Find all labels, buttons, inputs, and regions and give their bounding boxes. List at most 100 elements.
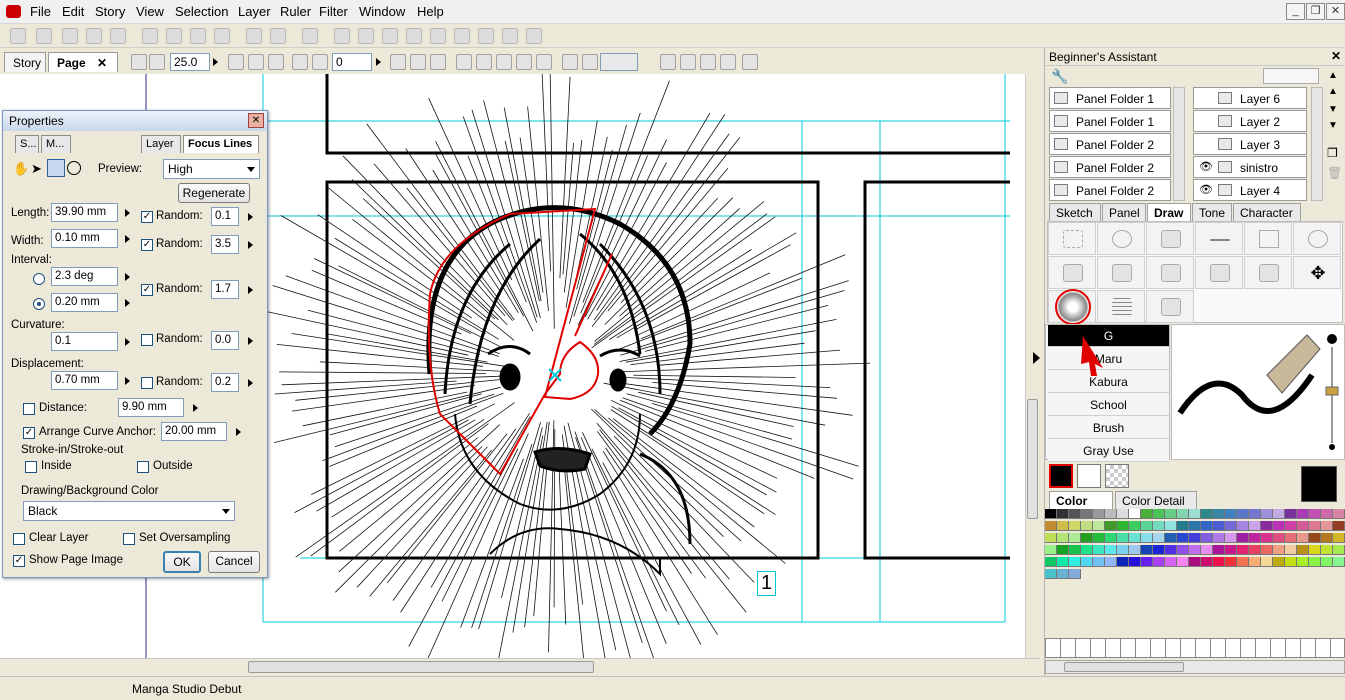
color-swatch[interactable]	[1189, 545, 1201, 555]
marker-tool-icon[interactable]	[1146, 256, 1194, 289]
color-swatch[interactable]	[1105, 545, 1117, 555]
new-layer-icon[interactable]: ❐	[1327, 146, 1338, 160]
color-swatch[interactable]	[1273, 557, 1285, 567]
rotation-arrow-icon[interactable]	[376, 58, 381, 66]
color-swatch[interactable]	[1153, 521, 1165, 531]
color-swatch[interactable]	[1201, 557, 1213, 567]
color-swatch[interactable]	[1045, 569, 1057, 579]
color-swatch[interactable]	[1117, 521, 1129, 531]
width-arrow-icon[interactable]	[125, 235, 130, 243]
move-up-small-icon[interactable]: ▲	[1328, 86, 1338, 97]
material-tool-icon[interactable]	[1146, 290, 1194, 323]
color-swatch[interactable]	[1237, 545, 1249, 555]
tab-color-detail[interactable]: Color Detail	[1115, 491, 1197, 509]
color-swatch[interactable]	[1273, 521, 1285, 531]
grid-icon[interactable]	[406, 28, 422, 44]
menu-selection[interactable]: Selection	[173, 4, 230, 19]
color-swatch[interactable]	[1333, 509, 1345, 519]
color-swatch[interactable]	[1333, 533, 1345, 543]
distance-input[interactable]: 9.90 mm	[118, 398, 184, 417]
menu-window[interactable]: Window	[357, 4, 407, 19]
transform-icon[interactable]	[502, 28, 518, 44]
move-frame-icon[interactable]	[476, 54, 492, 70]
paste-icon[interactable]	[190, 28, 206, 44]
palette-scrollbar[interactable]	[1045, 660, 1345, 674]
panel-folder-row[interactable]: Panel Folder 2	[1049, 179, 1171, 201]
color-swatch[interactable]	[1237, 509, 1249, 519]
interval-random-arrow-icon[interactable]	[248, 286, 253, 294]
curvature-input[interactable]: 0.1	[51, 332, 118, 351]
length-random-input[interactable]: 0.1	[211, 207, 239, 226]
menu-ruler[interactable]: Ruler	[278, 4, 313, 19]
color-swatch[interactable]	[1117, 557, 1129, 567]
palette-scroll-thumb[interactable]	[1064, 662, 1184, 672]
menu-help[interactable]: Help	[415, 4, 446, 19]
color-swatch[interactable]	[1165, 545, 1177, 555]
flip-icon[interactable]	[526, 28, 542, 44]
close-tab-icon[interactable]: ✕	[97, 56, 107, 70]
rotate-right-icon[interactable]	[312, 54, 328, 70]
tab-focus-lines[interactable]: Focus Lines	[183, 135, 259, 153]
color-swatch[interactable]	[1117, 533, 1129, 543]
color-swatch[interactable]	[1189, 521, 1201, 531]
color-swatch[interactable]	[1177, 509, 1189, 519]
interval-deg-arrow-icon[interactable]	[125, 273, 130, 281]
panel-folder-row[interactable]: Panel Folder 1	[1049, 110, 1171, 132]
color-swatch[interactable]	[1297, 545, 1309, 555]
save-all-icon[interactable]	[110, 28, 126, 44]
regenerate-button[interactable]: Regenerate	[178, 183, 250, 203]
color-swatch[interactable]	[1129, 533, 1141, 543]
color-swatch[interactable]	[1249, 509, 1261, 519]
grid-toggle-icon[interactable]	[700, 54, 716, 70]
color-swatch[interactable]	[1177, 533, 1189, 543]
color-swatch[interactable]	[1213, 509, 1225, 519]
panel-icon[interactable]	[382, 28, 398, 44]
color-swatch[interactable]	[1141, 521, 1153, 531]
color-swatch[interactable]	[1117, 545, 1129, 555]
layer-scrollbar[interactable]	[1311, 87, 1323, 201]
color-swatch[interactable]	[1177, 557, 1189, 567]
color-swatch[interactable]	[1285, 545, 1297, 555]
layer-filter-input[interactable]	[1263, 68, 1319, 84]
layout-icon[interactable]	[358, 28, 374, 44]
vertical-scrollbar[interactable]	[1025, 74, 1040, 658]
pen-item-school[interactable]: School	[1048, 394, 1169, 416]
color-swatch[interactable]	[1201, 545, 1213, 555]
length-input[interactable]: 39.90 mm	[51, 203, 118, 222]
rectangle-tool-icon[interactable]	[1244, 222, 1292, 255]
color-swatch[interactable]	[1285, 533, 1297, 543]
outside-checkbox[interactable]	[137, 461, 149, 473]
color-swatch[interactable]	[1141, 557, 1153, 567]
color-swatch[interactable]	[1129, 557, 1141, 567]
trash-icon[interactable]: 🗑	[1327, 166, 1342, 180]
ellipse-tool-icon[interactable]	[67, 161, 81, 175]
close-icon[interactable]: ✕	[1326, 3, 1345, 20]
arrange-anchor-input[interactable]: 20.00 mm	[161, 422, 227, 441]
pen-settings-icon[interactable]	[660, 54, 676, 70]
flip-vertical-icon[interactable]	[430, 54, 446, 70]
page-view-icon[interactable]	[334, 28, 350, 44]
color-swatch[interactable]	[1321, 545, 1333, 555]
wrench-icon[interactable]: 🔧	[1051, 68, 1068, 85]
color-swatch[interactable]	[1321, 533, 1333, 543]
color-swatch[interactable]	[1249, 521, 1261, 531]
tab-sketch[interactable]: Sketch	[1049, 203, 1101, 221]
transparent-swatch[interactable]	[1105, 464, 1129, 488]
displacement-arrow-icon[interactable]	[125, 377, 130, 385]
color-swatch[interactable]	[1285, 509, 1297, 519]
page-icon[interactable]	[228, 54, 244, 70]
color-swatch[interactable]	[1309, 545, 1321, 555]
length-random-checkbox[interactable]: ✓	[141, 211, 153, 223]
tab-layer[interactable]: Layer	[141, 135, 181, 153]
restore-icon[interactable]: ❐	[1306, 3, 1325, 20]
color-swatch[interactable]	[1081, 533, 1093, 543]
fit-page-icon[interactable]	[149, 54, 165, 70]
rotation-input[interactable]: 0	[332, 53, 372, 71]
width-random-input[interactable]: 3.5	[211, 235, 239, 254]
move-down-icon[interactable]: ▼	[1328, 104, 1338, 115]
zoom-arrow-icon[interactable]	[213, 58, 218, 66]
length-random-arrow-icon[interactable]	[248, 213, 253, 221]
color-swatch[interactable]	[1045, 533, 1057, 543]
rotate-left-icon[interactable]	[292, 54, 308, 70]
color-swatch[interactable]	[1057, 545, 1069, 555]
